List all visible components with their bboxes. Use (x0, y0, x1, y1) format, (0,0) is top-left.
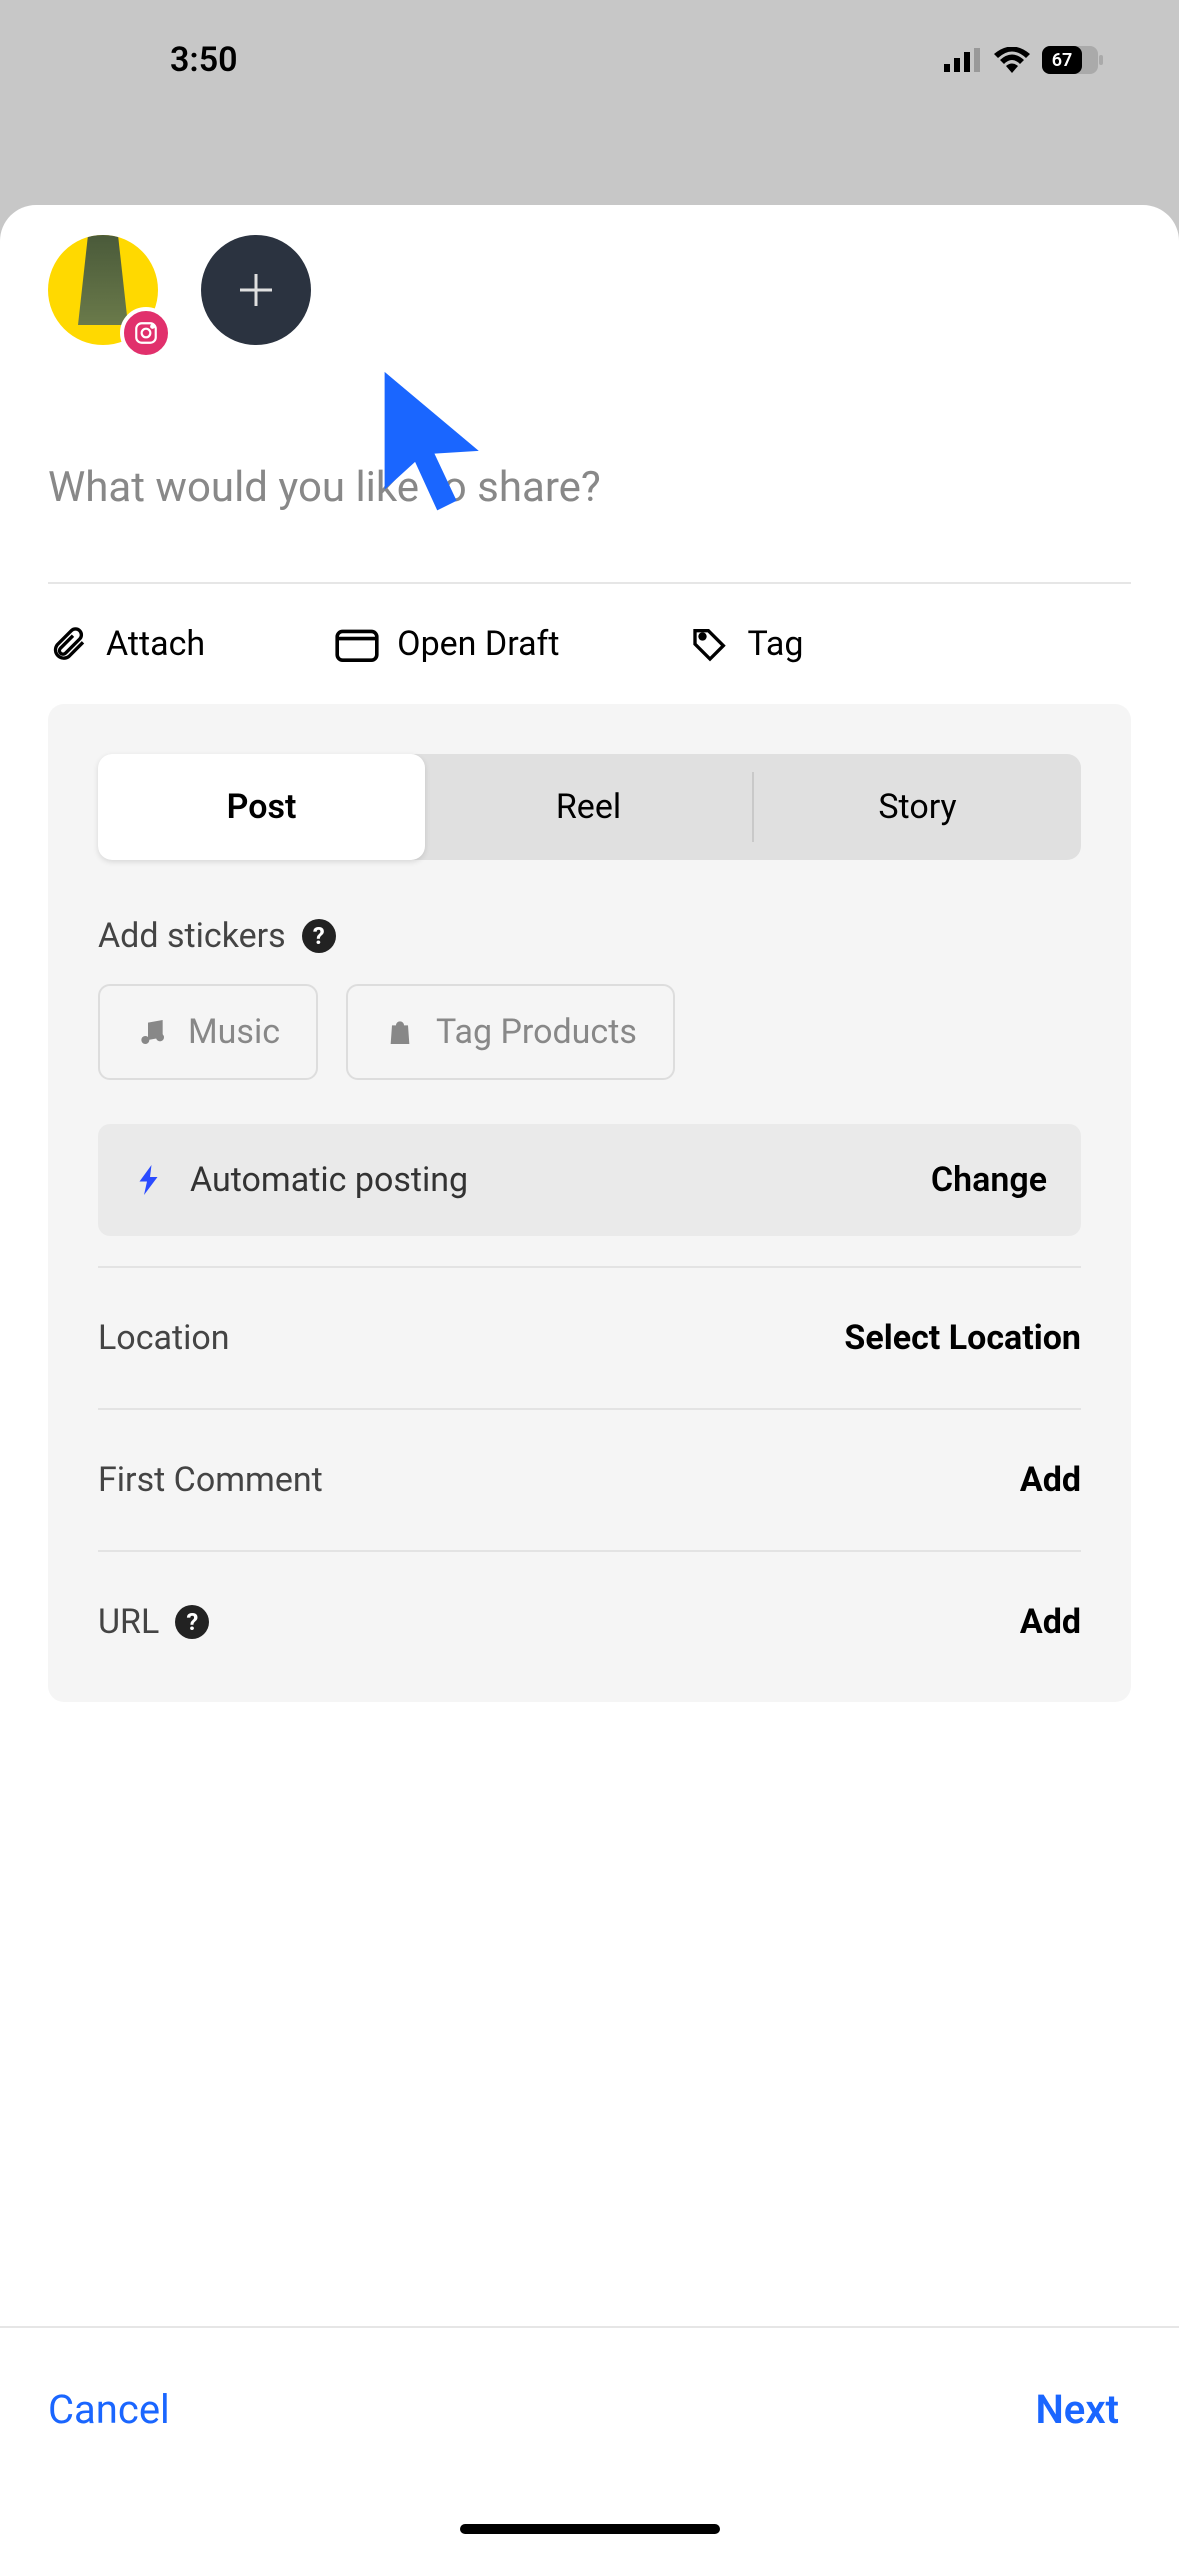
url-label: URL ? (98, 1602, 209, 1642)
url-action: Add (1020, 1602, 1081, 1642)
first-comment-action: Add (1020, 1460, 1081, 1500)
account-avatar[interactable] (48, 235, 166, 353)
first-comment-row[interactable]: First Comment Add (98, 1408, 1081, 1550)
paperclip-icon (48, 624, 88, 664)
svg-text:67: 67 (1052, 50, 1073, 71)
attach-label: Attach (106, 624, 205, 664)
instagram-badge-icon (120, 307, 172, 359)
compose-placeholder: What would you like to share? (48, 463, 1131, 512)
tag-label: Tag (748, 624, 804, 664)
help-icon[interactable]: ? (175, 1605, 209, 1639)
music-sticker-button[interactable]: Music (98, 984, 318, 1080)
first-comment-label: First Comment (98, 1460, 323, 1500)
tab-post[interactable]: Post (98, 754, 425, 860)
compose-sheet: What would you like to share? Attach Ope… (0, 205, 1179, 2556)
location-action: Select Location (844, 1318, 1081, 1358)
location-row[interactable]: Location Select Location (98, 1266, 1081, 1408)
tab-reel[interactable]: Reel (425, 754, 752, 860)
open-draft-label: Open Draft (397, 624, 559, 664)
shopping-bag-icon (384, 1016, 416, 1048)
tab-story[interactable]: Story (754, 754, 1081, 860)
cellular-icon (944, 48, 982, 72)
status-indicators: 67 (944, 46, 1104, 74)
compose-textarea[interactable]: What would you like to share? (0, 353, 1179, 552)
battery-icon: 67 (1042, 46, 1104, 74)
tag-products-button[interactable]: Tag Products (346, 984, 675, 1080)
location-label: Location (98, 1318, 230, 1358)
post-type-segmented: Post Reel Story (98, 754, 1081, 860)
tag-icon (690, 624, 730, 664)
music-icon (136, 1016, 168, 1048)
auto-post-change[interactable]: Change (931, 1160, 1047, 1200)
accounts-row (0, 205, 1179, 353)
tag-button[interactable]: Tag (690, 624, 804, 664)
attach-button[interactable]: Attach (48, 624, 205, 664)
open-draft-button[interactable]: Open Draft (335, 624, 559, 664)
puzzle-bolt-icon (132, 1162, 168, 1198)
help-icon[interactable]: ? (302, 919, 336, 953)
options-card: Post Reel Story Add stickers ? Music Tag… (48, 704, 1131, 1702)
status-bar: 3:50 67 (0, 0, 1179, 100)
sticker-row: Music Tag Products (98, 984, 1081, 1080)
plus-icon (234, 268, 278, 312)
auto-post-label: Automatic posting (190, 1160, 468, 1200)
folder-icon (335, 626, 379, 662)
add-account-button[interactable] (201, 235, 311, 345)
action-row: Attach Open Draft Tag (0, 584, 1179, 704)
cancel-button[interactable]: Cancel (48, 2386, 170, 2433)
home-indicator (460, 2524, 720, 2534)
wifi-icon (994, 47, 1030, 73)
next-button[interactable]: Next (1036, 2386, 1120, 2433)
status-time: 3:50 (170, 40, 238, 80)
footer: Cancel Next (0, 2326, 1179, 2556)
url-row[interactable]: URL ? Add (98, 1550, 1081, 1652)
stickers-label: Add stickers ? (98, 916, 1081, 956)
automatic-posting-row[interactable]: Automatic posting Change (98, 1124, 1081, 1236)
